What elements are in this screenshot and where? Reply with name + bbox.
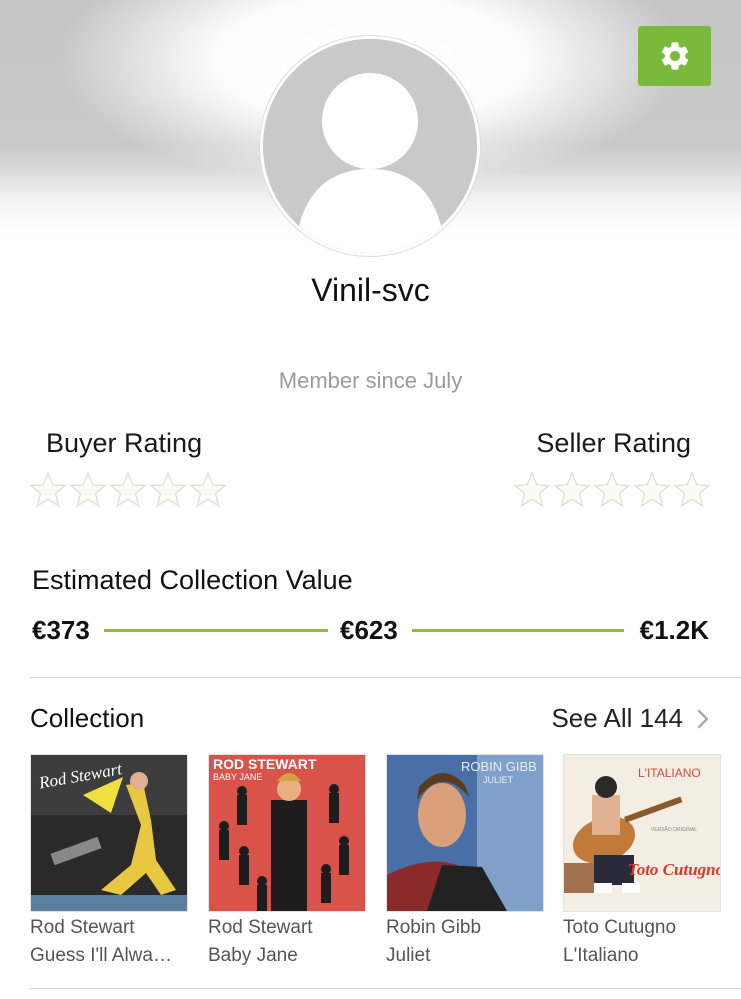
chevron-right-icon <box>697 709 709 728</box>
album-cover-subtext: BABY JANE <box>213 772 262 782</box>
album-card[interactable]: ROBIN GIBB JULIET Robin Gibb Juliet <box>386 754 544 967</box>
album-cover-art: Rod Stewart <box>31 755 187 911</box>
collection-value-title: Estimated Collection Value <box>32 565 353 595</box>
buyer-rating-stars <box>29 470 227 512</box>
album-artist: Toto Cutugno <box>563 917 677 938</box>
album-title: Guess I'll Alwa… <box>30 945 172 966</box>
album-cover-art: ROD STEWART BABY JANE <box>209 755 365 911</box>
value-range-bar-left <box>104 629 328 632</box>
star-outline-icon <box>673 471 711 508</box>
user-placeholder-icon <box>263 39 477 253</box>
member-since: Member since July <box>278 368 463 393</box>
seller-rating-label: Seller Rating <box>536 428 691 458</box>
album-card[interactable]: L'ITALIANO VERSÃO ORIGINAL Toto Cutugno … <box>563 754 721 967</box>
album-artist: Rod Stewart <box>30 917 135 938</box>
divider <box>30 988 741 989</box>
album-title: Baby Jane <box>208 945 298 966</box>
album-cover-text: ROD STEWART <box>213 756 317 772</box>
album-cover: Rod Stewart <box>30 754 188 912</box>
star-outline-icon <box>189 471 227 508</box>
album-cover: ROBIN GIBB JULIET <box>386 754 544 912</box>
avatar[interactable] <box>260 36 480 256</box>
album-cover-art: L'ITALIANO VERSÃO ORIGINAL Toto Cutugno <box>564 755 720 911</box>
album-title: Juliet <box>386 945 431 966</box>
value-low: €373 <box>32 615 90 645</box>
value-median: €623 <box>340 615 398 645</box>
star-outline-icon <box>29 471 67 508</box>
value-high: €1.2K <box>639 615 709 645</box>
album-cover-text: L'ITALIANO <box>638 766 701 780</box>
star-outline-icon <box>513 471 551 508</box>
value-range-bar-right <box>412 629 624 632</box>
album-card[interactable]: Rod Stewart Rod Stewart Guess I'll Alwa… <box>30 754 188 967</box>
album-cover: L'ITALIANO VERSÃO ORIGINAL Toto Cutugno <box>563 754 721 912</box>
album-cover-subtext: JULIET <box>483 775 514 785</box>
album-cover-subtext: Toto Cutugno <box>628 860 720 879</box>
star-outline-icon <box>69 471 107 508</box>
album-cover-art: ROBIN GIBB JULIET <box>387 755 543 911</box>
star-outline-icon <box>553 471 591 508</box>
star-outline-icon <box>633 471 671 508</box>
album-cover-text: ROBIN GIBB <box>461 759 537 774</box>
album-artist: Robin Gibb <box>386 917 482 938</box>
album-artist: Rod Stewart <box>208 917 313 938</box>
see-all-label: See All 144 <box>551 703 683 733</box>
star-outline-icon <box>593 471 631 508</box>
seller-rating-stars <box>513 470 711 512</box>
username: Vinil-svc <box>311 272 430 308</box>
star-outline-icon <box>109 471 147 508</box>
divider <box>30 677 741 678</box>
star-outline-icon <box>149 471 187 508</box>
album-card[interactable]: ROD STEWART BABY JANE Rod Stewart Baby J… <box>208 754 366 967</box>
settings-button[interactable] <box>638 26 711 86</box>
collection-title: Collection <box>30 703 145 733</box>
album-title: L'Italiano <box>563 945 639 966</box>
album-cover: ROD STEWART BABY JANE <box>208 754 366 912</box>
album-cover-note: VERSÃO ORIGINAL <box>651 826 697 833</box>
see-all-link[interactable]: See All 144 <box>551 703 709 734</box>
gear-icon <box>661 42 688 70</box>
buyer-rating-label: Buyer Rating <box>46 428 203 458</box>
